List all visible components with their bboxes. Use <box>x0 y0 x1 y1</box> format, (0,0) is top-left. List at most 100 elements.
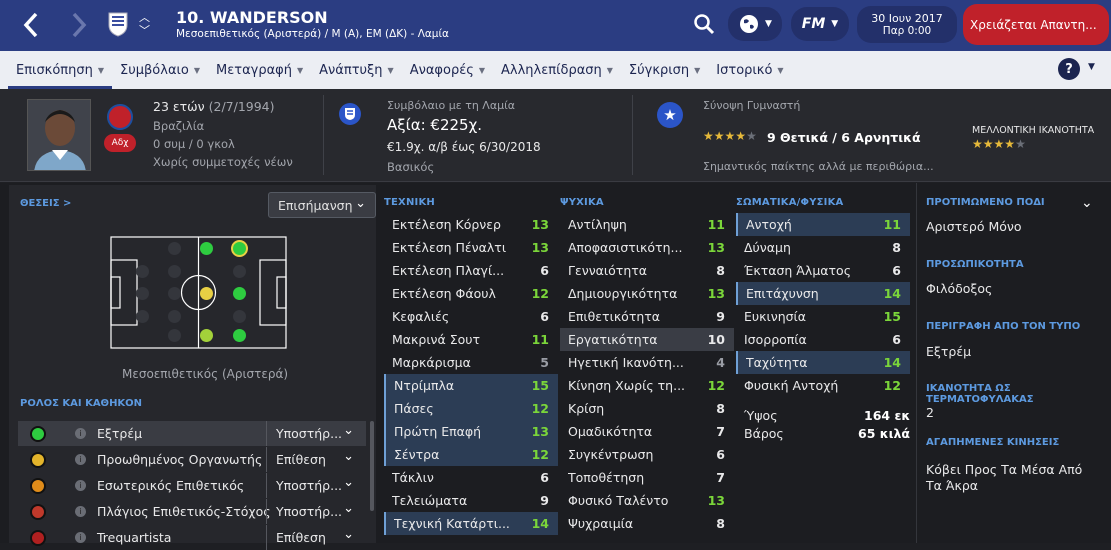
chevron-down-icon: ▼ <box>694 65 701 75</box>
attribute-row[interactable]: Εκτέλεση Πέναλτι 13 <box>384 236 558 259</box>
attribute-row[interactable]: Τεχνική Κατάρτι... 14 <box>384 512 558 535</box>
roles-scrollbar[interactable] <box>370 421 374 511</box>
duty-dropdown[interactable]: Υποστήρ... ⌄ <box>266 499 362 524</box>
divider <box>323 95 324 175</box>
attribute-name: Επιτάχυνση <box>746 286 819 301</box>
tab-4[interactable]: Αναφορές ▼ <box>402 51 493 89</box>
attribute-row[interactable]: Συγκέντρωση 6 <box>560 443 734 466</box>
tab-label: Μεταγραφή <box>216 62 292 78</box>
attribute-row[interactable]: Αποφασιστικότη... 13 <box>560 236 734 259</box>
info-icon[interactable]: i <box>75 480 86 491</box>
player-switch-down-icon[interactable]: ﹀ <box>139 22 150 38</box>
attribute-name: Δύναμη <box>744 240 791 255</box>
position-dot <box>136 265 149 278</box>
moves-value: Κόβει Προς Τα Μέσα Από Τα Άκρα <box>926 462 1083 493</box>
chevron-down-icon: ⌄ <box>343 501 354 516</box>
attribute-row[interactable]: Επιτάχυνση 14 <box>736 282 910 305</box>
attribute-name: Εκτέλεση Πέναλτι <box>392 240 507 255</box>
chevron-down-icon: ⌄ <box>343 475 354 490</box>
physical-attributes: Αντοχή 11 Δύναμη 8 Έκταση Άλματος 6 Επιτάχυνση… <box>736 213 910 397</box>
contract-icon <box>339 103 361 125</box>
attribute-row[interactable]: Μαρκάρισμα 5 <box>384 351 558 374</box>
date-button[interactable]: 30 Ιουν 2017 Παρ 0:00 <box>857 6 957 43</box>
attribute-row[interactable]: Κεφαλιές 6 <box>384 305 558 328</box>
info-icon[interactable]: i <box>75 454 86 465</box>
attribute-row[interactable]: Αντοχή 11 <box>736 213 910 236</box>
attribute-row[interactable]: Ομαδικότητα 7 <box>560 420 734 443</box>
continue-alert-button[interactable]: Χρειάζεται Απαντη... <box>963 4 1109 45</box>
attribute-row[interactable]: Ισορροπία 6 <box>736 328 910 351</box>
help-chevron-icon[interactable]: ▼ <box>1088 62 1095 72</box>
attribute-row[interactable]: Φυσική Αντοχή 12 <box>736 374 910 397</box>
attribute-row[interactable]: Ευκινησία 15 <box>736 305 910 328</box>
chevron-down-icon: ▼ <box>387 65 394 75</box>
attribute-row[interactable]: Ψυχραιμία 8 <box>560 512 734 535</box>
attribute-row[interactable]: Κίνηση Χωρίς τη... 12 <box>560 374 734 397</box>
attribute-row[interactable]: Μακρινά Σουτ 11 <box>384 328 558 351</box>
tab-3[interactable]: Ανάπτυξη ▼ <box>311 51 402 89</box>
role-row[interactable]: i Εξτρέμ Υποστήρ... ⌄ <box>18 421 366 446</box>
player-photo <box>27 99 91 171</box>
role-row[interactable]: i Trequartista Επίθεση ⌄ <box>18 525 366 550</box>
attribute-row[interactable]: Σέντρα 12 <box>384 443 558 466</box>
fm-menu-button[interactable]: FM ▼ <box>791 7 849 41</box>
role-suitability-icon <box>30 503 46 520</box>
duty-dropdown[interactable]: Επίθεση ⌄ <box>266 525 362 550</box>
media-label: ΠΕΡΙΓΡΑΦΗ ΑΠΟ ΤΟΝ ΤΥΠΟ <box>926 321 1081 332</box>
top-header: ︿ ﹀ 10. WANDERSON Μεσοεπιθετικός (Αριστε… <box>0 0 1111 51</box>
attribute-row[interactable]: Δημιουργικότητα 13 <box>560 282 734 305</box>
info-icon[interactable]: i <box>75 532 86 543</box>
role-suitability-icon <box>30 425 46 442</box>
attribute-row[interactable]: Ηγετική Ικανότη... 4 <box>560 351 734 374</box>
duty-dropdown[interactable]: Υποστήρ... ⌄ <box>266 473 362 498</box>
role-row[interactable]: i Προωθημένος Οργανωτής Επίθεση ⌄ <box>18 447 366 472</box>
tab-6[interactable]: Σύγκριση ▼ <box>621 51 708 89</box>
info-icon[interactable]: i <box>75 506 86 517</box>
potential-stars: ★★★★★ <box>972 137 1026 151</box>
world-button[interactable]: ▼ <box>728 7 782 41</box>
attribute-row[interactable]: Ντρίμπλα 15 <box>384 374 558 397</box>
attribute-value: 6 <box>892 332 901 347</box>
attribute-row[interactable]: Γενναιότητα 8 <box>560 259 734 282</box>
attribute-name: Εκτέλεση Φάουλ <box>392 286 496 301</box>
back-button[interactable] <box>18 8 44 42</box>
attribute-row[interactable]: Ταχύτητα 14 <box>736 351 910 374</box>
tab-1[interactable]: Συμβόλαιο ▼ <box>112 51 208 89</box>
info-icon[interactable]: i <box>75 428 86 439</box>
attribute-row[interactable]: Τάκλιν 6 <box>384 466 558 489</box>
highlight-dropdown[interactable]: Επισήμανση ⌄ <box>268 192 376 218</box>
foot-label: ΠΡΟΤΙΜΩΜΕΝΟ ΠΟΔΙ <box>926 197 1045 208</box>
attribute-row[interactable]: Κρίση 8 <box>560 397 734 420</box>
forward-button[interactable] <box>66 8 92 42</box>
club-crest-icon <box>107 11 129 37</box>
tab-5[interactable]: Αλληλεπίδραση ▼ <box>493 51 621 89</box>
attribute-row[interactable]: Τελειώματα 9 <box>384 489 558 512</box>
attribute-row[interactable]: Εκτέλεση Κόρνερ 13 <box>384 213 558 236</box>
attribute-row[interactable]: Έκταση Άλματος 6 <box>736 259 910 282</box>
alert-text: Χρειάζεται Απαντη... <box>970 17 1097 32</box>
attribute-row[interactable]: Πρώτη Επαφή 13 <box>384 420 558 443</box>
attribute-row[interactable]: Δύναμη 8 <box>736 236 910 259</box>
attribute-row[interactable]: Πάσες 12 <box>384 397 558 420</box>
fm-chevron-icon: ▼ <box>831 19 839 29</box>
search-button[interactable] <box>692 12 716 36</box>
attribute-row[interactable]: Αντίληψη 11 <box>560 213 734 236</box>
role-row[interactable]: i Πλάγιος Επιθετικός-Στόχος Υποστήρ... ⌄ <box>18 499 366 524</box>
duty-dropdown[interactable]: Επίθεση ⌄ <box>266 447 362 472</box>
position-dot <box>200 287 213 300</box>
right-panel-chevron-icon[interactable]: ⌄ <box>1081 195 1093 211</box>
positions-link[interactable]: ΘΕΣΕΙΣ > <box>20 198 71 209</box>
attribute-row[interactable]: Φυσικό Ταλέντο 13 <box>560 489 734 512</box>
role-row[interactable]: i Εσωτερικός Επιθετικός Υποστήρ... ⌄ <box>18 473 366 498</box>
attribute-row[interactable]: Επιθετικότητα 9 <box>560 305 734 328</box>
attribute-row[interactable]: Εκτέλεση Φάουλ 12 <box>384 282 558 305</box>
date-text: 30 Ιουν 2017 <box>871 12 943 25</box>
tab-2[interactable]: Μεταγραφή ▼ <box>208 51 311 89</box>
tab-0[interactable]: Επισκόπηση ▼ <box>8 51 112 89</box>
help-button[interactable]: ? <box>1058 58 1080 80</box>
attribute-row[interactable]: Εργατικότητα 10 <box>560 328 734 351</box>
attribute-row[interactable]: Εκτέλεση Πλαγί... 6 <box>384 259 558 282</box>
duty-dropdown[interactable]: Υποστήρ... ⌄ <box>266 421 362 446</box>
tab-7[interactable]: Ιστορικό ▼ <box>708 51 791 89</box>
attribute-row[interactable]: Τοποθέτηση 7 <box>560 466 734 489</box>
